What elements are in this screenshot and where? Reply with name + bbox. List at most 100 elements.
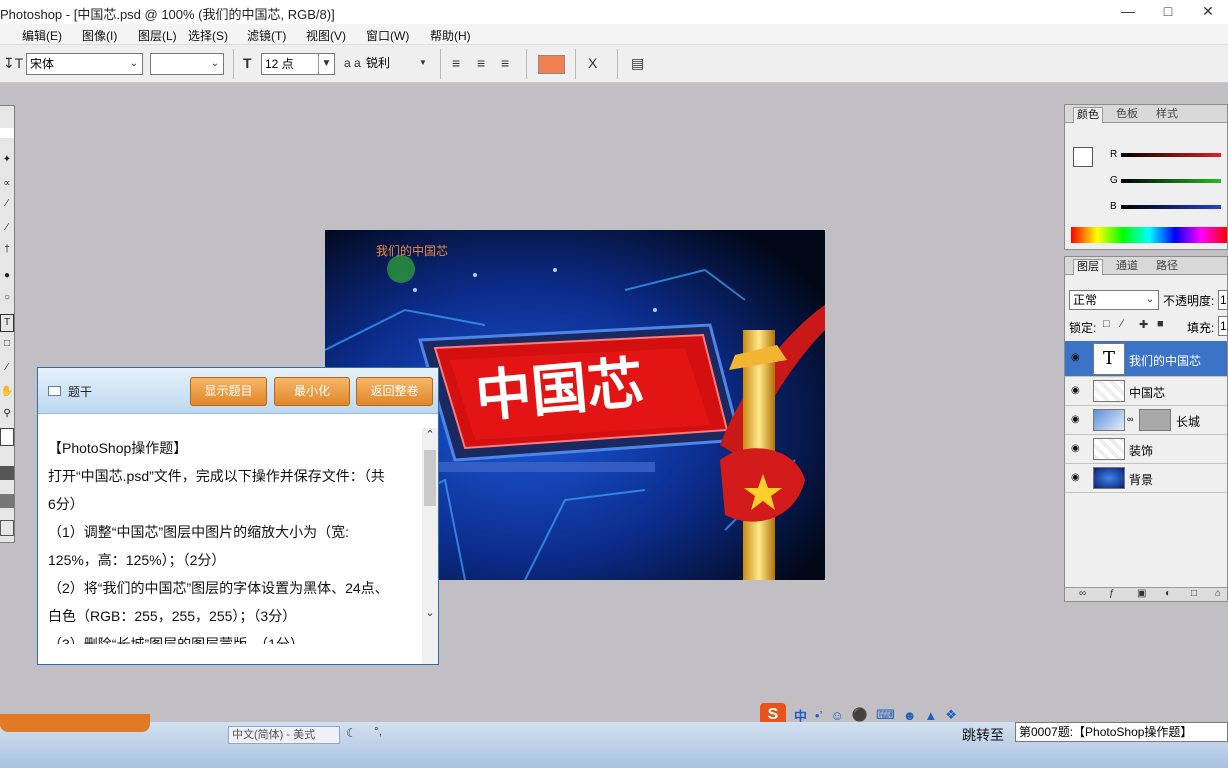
menu-help[interactable]: 帮助(H)	[430, 27, 471, 44]
add-mask-icon[interactable]: ▣	[1137, 588, 1146, 599]
shape-tool-icon[interactable]: □	[0, 338, 14, 349]
tab-styles[interactable]: 样式	[1153, 107, 1181, 123]
jump-to-question-field[interactable]: 第0007题:【PhotoShop操作题】	[1015, 722, 1228, 742]
move-tool-icon[interactable]: ✦	[0, 154, 14, 165]
blend-mode-select[interactable]: 正常 ⌄	[1069, 290, 1159, 310]
layer-row[interactable]: ◉ 背景	[1065, 464, 1227, 493]
link-layers-icon[interactable]: ∞	[1079, 588, 1086, 599]
palettes-icon[interactable]: ▤	[631, 54, 644, 72]
color-spectrum-bar[interactable]	[1071, 227, 1227, 243]
menu-edit[interactable]: 编辑(E)	[22, 27, 62, 44]
eye-icon[interactable]: ◉	[1071, 385, 1080, 396]
layer-row[interactable]: ◉ ∞ 长城	[1065, 406, 1227, 435]
menu-layer[interactable]: 图层(L)	[138, 27, 177, 44]
channel-label: G	[1110, 175, 1118, 186]
menu-select[interactable]: 选择(S)	[188, 27, 228, 44]
green-slider[interactable]	[1121, 179, 1221, 183]
emoji-icon[interactable]: ☺	[830, 708, 843, 723]
lock-transparency-icon[interactable]: □	[1103, 318, 1110, 330]
text-orientation-icon[interactable]: ↧T	[3, 54, 23, 72]
question-line: （2）将“我们的中国芯”图层的字体设置为黑体、24点、	[48, 580, 389, 596]
scroll-thumb[interactable]	[424, 450, 436, 506]
toolbox-header	[0, 128, 14, 138]
settings-icon[interactable]: ❖	[945, 707, 957, 723]
layer-mask-thumbnail[interactable]	[1139, 409, 1171, 431]
chip-title-text: 中国芯	[472, 349, 646, 431]
hand-tool-icon[interactable]: ✋	[0, 386, 14, 397]
punctuation-icon[interactable]: •’	[815, 708, 822, 723]
user-icon[interactable]: ☻	[903, 708, 917, 723]
minimize-panel-button[interactable]: 最小化	[274, 377, 350, 406]
lasso-tool-icon[interactable]: ∝	[0, 178, 14, 189]
warp-text-icon[interactable]: Х	[588, 54, 597, 72]
opacity-field[interactable]: 100%	[1218, 290, 1228, 310]
layer-row[interactable]: ◉ T 我们的中国芯	[1065, 341, 1227, 377]
align-right-icon[interactable]: ≡	[501, 54, 509, 72]
delete-layer-icon[interactable]: ⌂	[1215, 588, 1221, 599]
input-method-select[interactable]: 中文(简体) - 美式	[228, 726, 340, 744]
layer-row[interactable]: ◉ 中国芯	[1065, 377, 1227, 406]
tab-channels[interactable]: 通道	[1113, 259, 1141, 275]
align-left-icon[interactable]: ≡	[452, 54, 460, 72]
question-line: 6分）	[48, 496, 84, 512]
jump-to-icon[interactable]	[0, 520, 14, 536]
minimize-button[interactable]: —	[1108, 0, 1148, 24]
lock-position-icon[interactable]: ✚	[1139, 318, 1148, 331]
dodge-tool-icon[interactable]: ○	[0, 292, 14, 303]
blue-slider[interactable]	[1121, 205, 1221, 209]
punctuation-mode-icon[interactable]: °,	[374, 724, 382, 738]
skin-icon[interactable]: ▲	[924, 708, 937, 723]
foreground-color-icon[interactable]	[0, 428, 14, 446]
font-style-select[interactable]: ⌄	[150, 53, 224, 75]
eye-icon[interactable]: ◉	[1071, 414, 1080, 425]
show-question-button[interactable]: 显示题目	[190, 377, 267, 406]
link-icon[interactable]: ∞	[1127, 414, 1133, 424]
font-family-select[interactable]: 宋体 ⌄	[26, 53, 143, 75]
align-center-icon[interactable]: ≡	[477, 54, 485, 72]
taskbar-app-button[interactable]	[0, 714, 150, 732]
quick-mask-icon[interactable]	[0, 466, 14, 480]
eyedropper-tool-icon[interactable]: ∕	[0, 362, 14, 373]
zoom-tool-icon[interactable]: ⚲	[0, 408, 14, 419]
screen-mode-icon[interactable]	[0, 494, 14, 508]
question-scrollbar[interactable]: ⌃ ⌄	[422, 428, 438, 664]
tab-paths[interactable]: 路径	[1153, 259, 1181, 275]
chevron-down-icon: ⌄	[129, 58, 139, 69]
menu-filter[interactable]: 滤镜(T)	[247, 27, 286, 44]
menu-image[interactable]: 图像(I)	[82, 27, 117, 44]
red-slider[interactable]	[1121, 153, 1221, 157]
type-tool-icon[interactable]: T	[0, 314, 14, 332]
crop-tool-icon[interactable]: ∕	[0, 198, 14, 209]
eraser-tool-icon[interactable]: ●	[0, 270, 14, 281]
new-layer-icon[interactable]: □	[1191, 588, 1197, 599]
eye-icon[interactable]: ◉	[1071, 352, 1080, 363]
blend-mode-value: 正常	[1073, 293, 1098, 307]
scroll-down-icon[interactable]: ⌄	[422, 606, 438, 624]
text-color-swatch[interactable]	[538, 55, 565, 74]
stamp-tool-icon[interactable]: †	[0, 244, 14, 255]
antialias-select[interactable]: 锐利 ▼	[363, 53, 431, 75]
microphone-icon[interactable]: ⚫	[852, 707, 868, 723]
fill-field[interactable]: 100%	[1218, 316, 1228, 336]
layer-row[interactable]: ◉ 装饰	[1065, 435, 1227, 464]
menu-view[interactable]: 视图(V)	[306, 27, 346, 44]
font-size-select[interactable]: 12 点 ▼	[261, 53, 335, 75]
foreground-swatch[interactable]	[1073, 147, 1093, 167]
brush-tool-icon[interactable]: ∕	[0, 222, 14, 233]
lock-image-icon[interactable]: ∕	[1121, 318, 1123, 330]
tab-swatches[interactable]: 色板	[1113, 107, 1141, 123]
layer-style-icon[interactable]: ƒ	[1109, 588, 1115, 599]
adjustment-layer-icon[interactable]: ◐	[1165, 588, 1171, 599]
scroll-up-icon[interactable]: ⌃	[422, 428, 438, 446]
tab-layers[interactable]: 图层	[1073, 259, 1103, 275]
eye-icon[interactable]: ◉	[1071, 443, 1080, 454]
return-exam-button[interactable]: 返回整卷	[356, 377, 433, 406]
keyboard-icon[interactable]: ⌨	[876, 707, 895, 723]
close-button[interactable]: ✕	[1188, 0, 1228, 24]
menu-window[interactable]: 窗口(W)	[366, 27, 409, 44]
tab-color[interactable]: 颜色	[1073, 107, 1103, 123]
eye-icon[interactable]: ◉	[1071, 472, 1080, 483]
lock-all-icon[interactable]: ■	[1157, 318, 1164, 330]
maximize-button[interactable]: □	[1148, 0, 1188, 24]
moon-icon[interactable]: ☾	[346, 726, 357, 740]
